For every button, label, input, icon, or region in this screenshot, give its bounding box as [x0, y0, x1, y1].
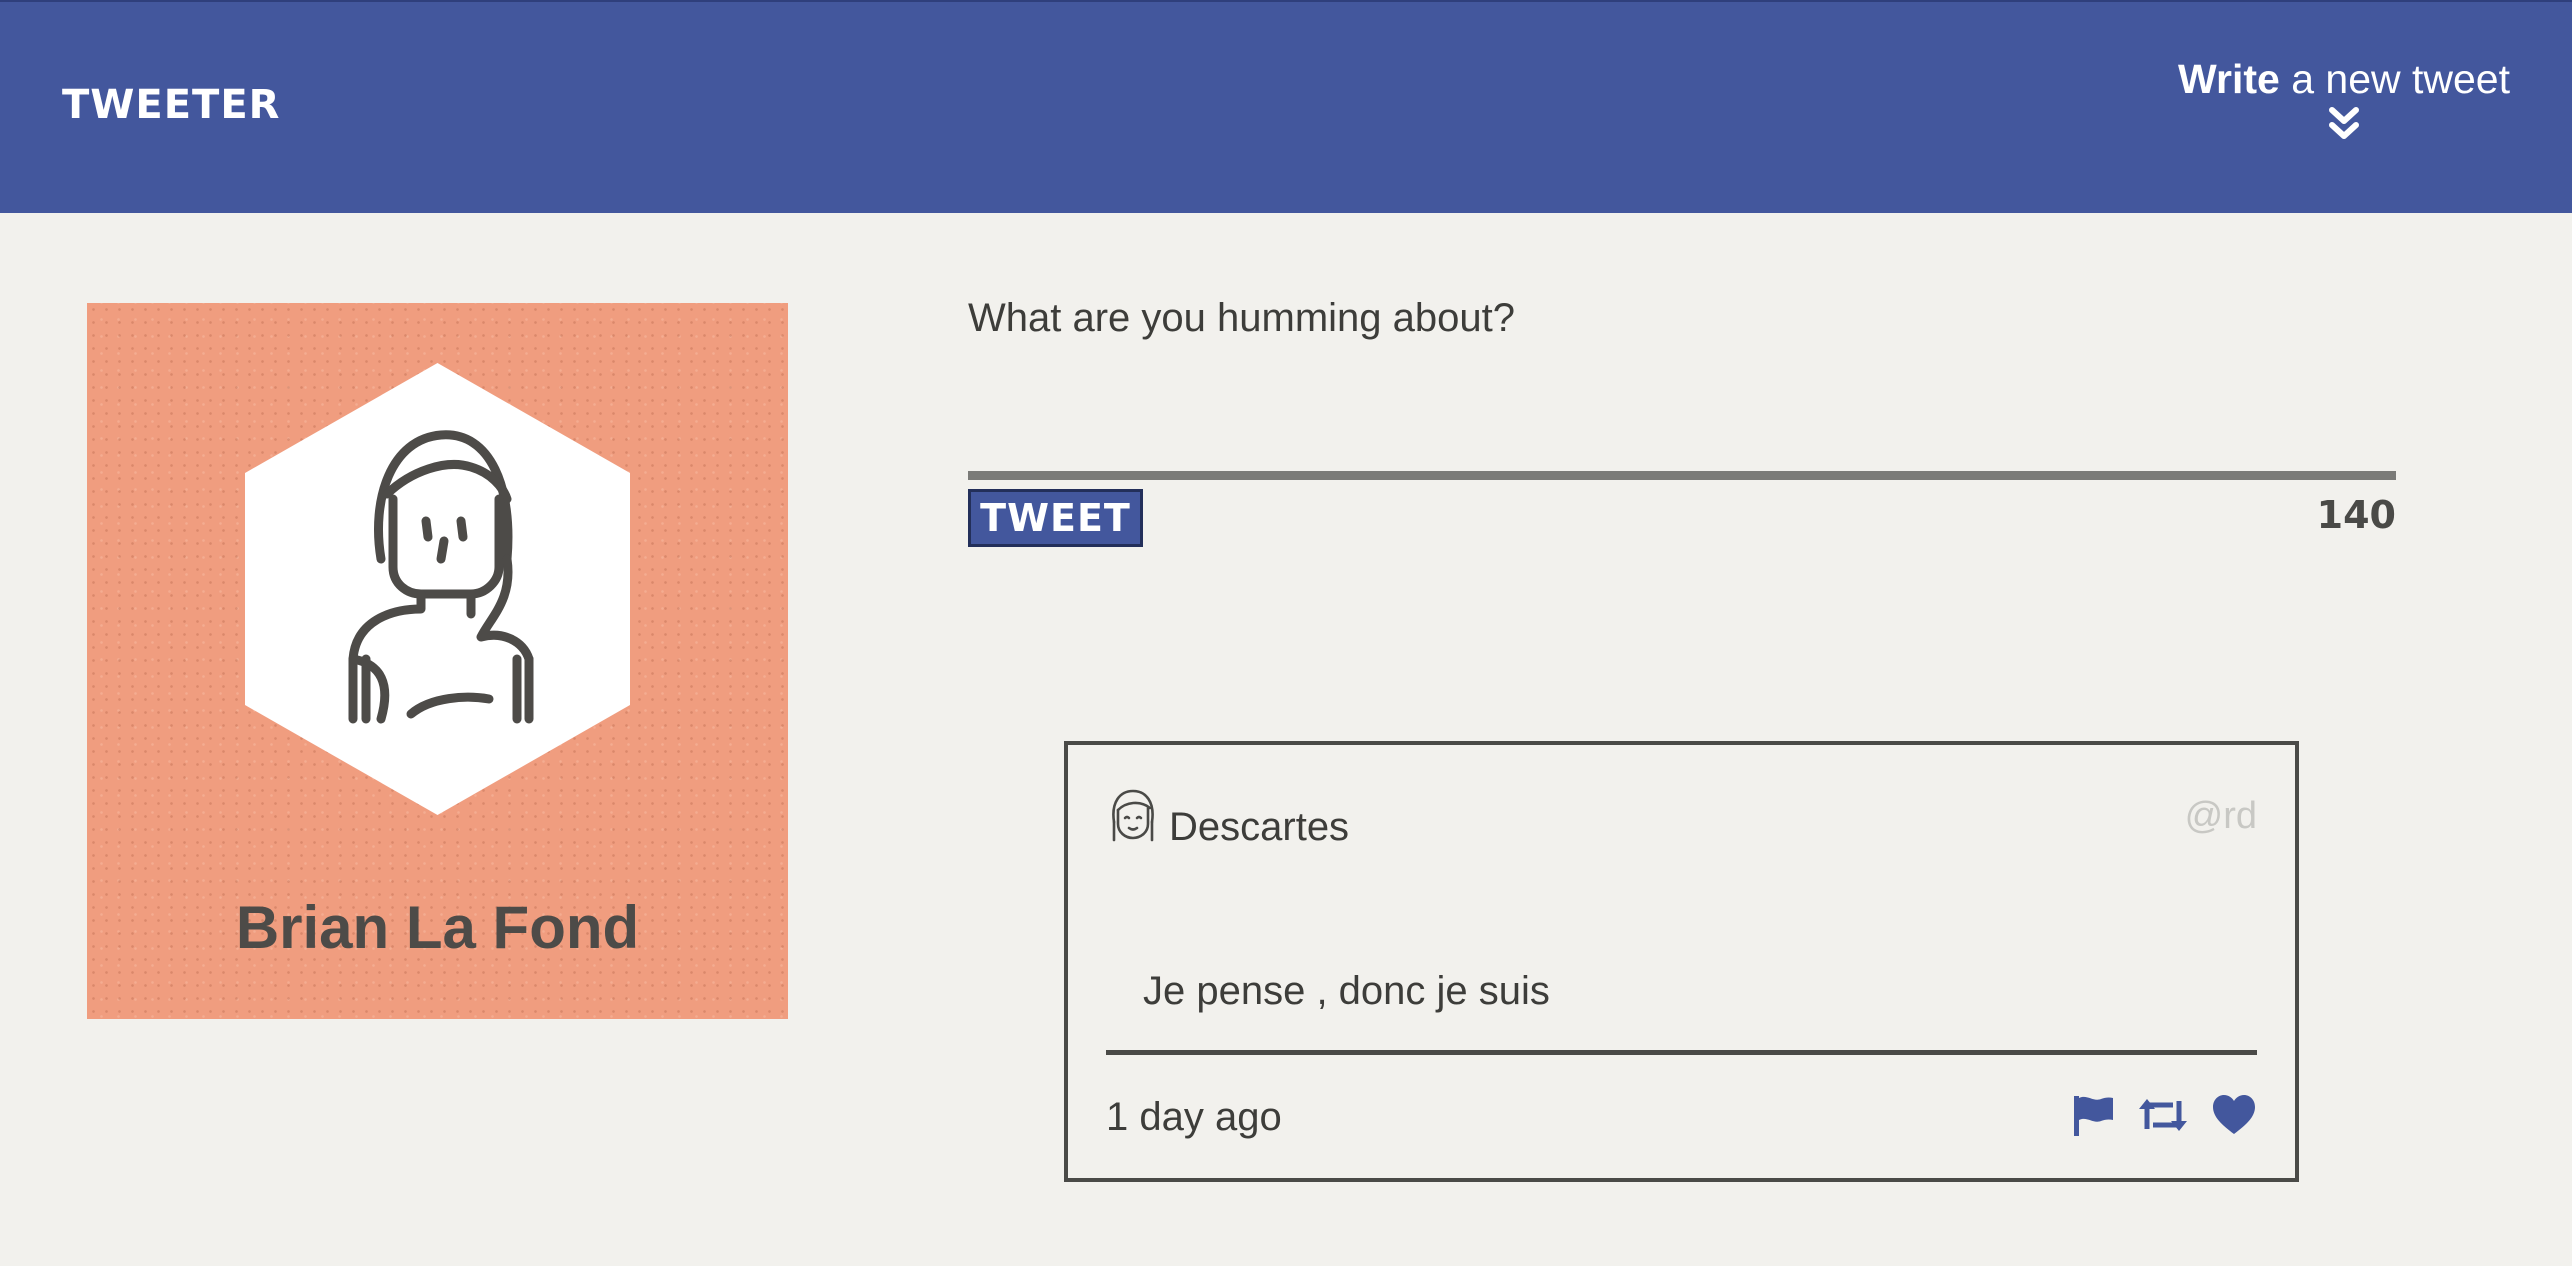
compose-footer: TWEET 140: [968, 489, 2396, 559]
write-label-rest: a new tweet: [2279, 56, 2510, 102]
tweet-card: Descartes @rd Je pense , donc je suis 1 …: [1064, 741, 2299, 1182]
retweet-icon: [2139, 1099, 2187, 1131]
compose-tweet-form: TWEET 140: [968, 290, 2396, 559]
tweet-content: Je pense , donc je suis: [1143, 969, 1550, 1013]
tweet-submit-button[interactable]: TWEET: [968, 489, 1143, 547]
profile-name: Brian La Fond: [235, 894, 640, 961]
double-chevron-down-icon: [2329, 107, 2360, 139]
tweet-actions: [2071, 1093, 2257, 1137]
person-avatar-icon: [1112, 789, 1154, 842]
brand-logo[interactable]: TWEETER: [62, 82, 280, 128]
tweet-text-input[interactable]: [968, 290, 2396, 480]
like-button[interactable]: [2211, 1093, 2257, 1137]
profile-card: Brian La Fond: [87, 303, 788, 1019]
heart-icon: [2213, 1095, 2255, 1134]
write-new-tweet-label: Write a new tweet: [2178, 56, 2510, 103]
retweet-button[interactable]: [2137, 1093, 2189, 1137]
write-label-bold: Write: [2178, 56, 2280, 102]
tweet-divider: [1106, 1050, 2257, 1055]
top-nav: TWEETER Write a new tweet: [0, 0, 2572, 213]
person-hexagon-avatar-icon: [245, 363, 630, 815]
write-new-tweet-toggle[interactable]: Write a new tweet: [2178, 56, 2510, 141]
flag-icon: [2074, 1096, 2113, 1136]
flag-button[interactable]: [2071, 1093, 2115, 1137]
tweet-author-handle[interactable]: @rd: [2185, 795, 2257, 838]
character-counter: 140: [2316, 493, 2396, 537]
tweet-timestamp: 1 day ago: [1106, 1095, 1282, 1139]
tweet-author-name[interactable]: Descartes: [1169, 805, 1349, 850]
